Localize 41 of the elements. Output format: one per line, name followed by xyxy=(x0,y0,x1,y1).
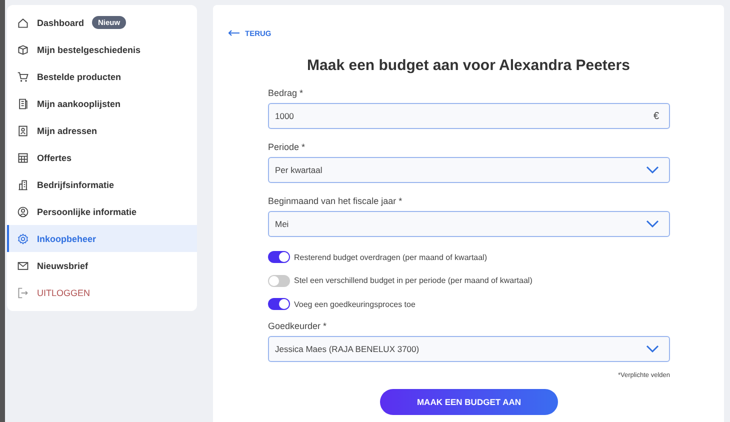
logout-link[interactable]: UITLOGGEN xyxy=(7,279,197,306)
amount-field[interactable]: 1000 € xyxy=(268,103,670,129)
toggle-label: Stel een verschillend budget in per periode (per maand of kwartaal) xyxy=(294,276,532,285)
select-field[interactable]: Per kwartaal xyxy=(268,157,670,183)
grid-icon xyxy=(17,152,29,164)
user-circle-icon xyxy=(17,206,29,218)
toggle-switch[interactable] xyxy=(268,251,290,263)
sidebar-item[interactable]: Nieuwsbrief xyxy=(7,252,197,279)
field-label: Bedrag * xyxy=(268,88,304,98)
select-field[interactable]: Mei xyxy=(268,211,670,237)
exit-icon xyxy=(17,286,29,298)
page-title: Maak een budget aan voor Alexandra Peeters xyxy=(306,57,631,74)
toggle-label: Resterend budget overdragen (per maand of kwartaal) xyxy=(294,252,487,262)
chevron-down-icon xyxy=(646,166,659,174)
sidebar-item[interactable]: Bestelde producten xyxy=(7,63,197,90)
sidebar-item[interactable]: Mijn aankooplijsten xyxy=(7,90,197,117)
sidebar-item[interactable]: Inkoopbeheer xyxy=(7,225,197,252)
sidebar-item[interactable]: Offertes xyxy=(7,144,197,171)
sidebar-item[interactable]: Mijn bestelgeschiedenis xyxy=(7,36,197,63)
sidebar-item[interactable]: Persoonlijke informatie xyxy=(7,198,197,225)
field-label: Beginmaand van het fiscale jaar * xyxy=(268,196,404,206)
box-icon xyxy=(17,44,29,56)
gear-icon xyxy=(17,232,29,244)
list-icon xyxy=(17,98,29,110)
sidebar-item[interactable]: Mijn adressen xyxy=(7,117,197,144)
toggle-switch[interactable] xyxy=(268,298,290,310)
chevron-down-icon xyxy=(646,344,659,352)
select-field[interactable]: Jessica Maes (RAJA BENELUX 3700) xyxy=(268,336,670,362)
create-budget-button[interactable]: MAAK EEN BUDGET AAN xyxy=(380,388,558,414)
arrow-left-icon xyxy=(228,30,240,36)
chevron-down-icon xyxy=(646,220,659,228)
envelope-icon xyxy=(17,260,29,272)
cart-icon xyxy=(17,70,29,82)
field-label: Goedkeurder * xyxy=(268,320,328,330)
sidebar-item[interactable]: Bedrijfsinformatie xyxy=(7,171,197,198)
toggle-label: Voeg een goedkeuringsproces toe xyxy=(294,300,416,308)
field-label: Periode * xyxy=(268,142,306,152)
toggle-switch[interactable] xyxy=(268,274,290,286)
building-icon xyxy=(17,178,29,190)
contact-card-icon xyxy=(17,124,29,136)
house-icon xyxy=(17,16,29,28)
